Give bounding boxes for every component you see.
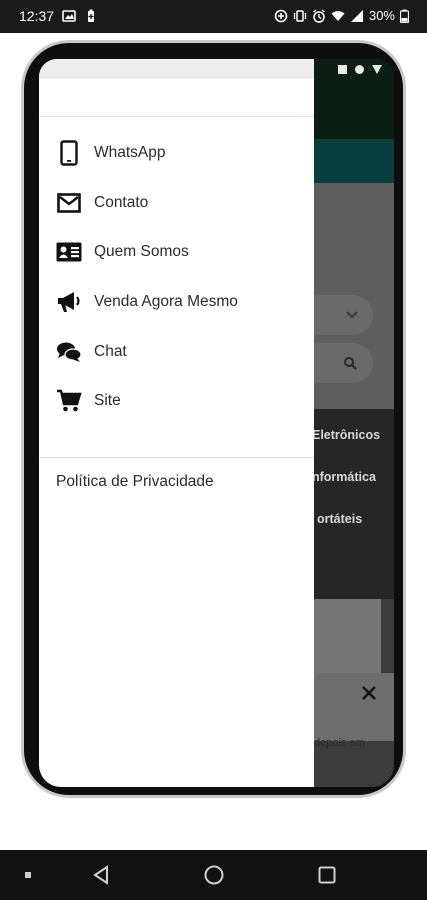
recents-square-icon [318,866,336,884]
navigation-drawer: WhatsApp Contato Quem Somos Venda Agora … [39,59,314,787]
drawer-item-label: Quem Somos [94,243,189,260]
device-screen: Eletrônicos nformática ortáteis depois e… [39,59,394,787]
search-icon [344,357,357,370]
nav-dot-icon [18,850,38,900]
drawer-item-whatsapp[interactable]: WhatsApp [39,131,314,175]
drawer-item-label: WhatsApp [94,144,166,161]
drawer-item-label: Venda Agora Mesmo [94,293,238,310]
circle-icon [355,65,364,74]
status-left-icons [62,9,98,23]
privacy-policy-link[interactable]: Política de Privacidade [56,473,214,491]
home-button[interactable] [199,850,229,900]
back-triangle-icon [93,865,108,885]
site-top-icons [338,65,382,74]
site-category-link[interactable]: nformática [312,470,376,484]
drawer-item-chat[interactable]: Chat [39,330,314,374]
site-category-link[interactable]: ortáteis [317,512,362,526]
drawer-item-contato[interactable]: Contato [39,181,314,225]
drawer-item-site[interactable]: Site [39,379,314,423]
drawer-item-label: Chat [94,343,127,360]
drawer-item-venda-agora[interactable]: Venda Agora Mesmo [39,280,314,324]
data-saver-icon [274,9,288,22]
megaphone-icon [56,289,82,315]
drawer-divider [39,457,314,458]
chevron-down-icon [346,311,358,319]
status-bar: 12:37 30% [0,0,427,33]
back-button[interactable] [86,850,116,900]
triangle-icon [372,65,382,74]
smartphone-icon [56,140,82,166]
home-circle-icon [204,865,224,885]
chat-bubbles-icon [56,339,82,365]
drawer-header [39,59,314,79]
gallery-notification-icon [62,10,76,22]
site-banner-text: depois em [314,737,365,749]
drawer-item-label: Contato [94,194,149,211]
square-icon [338,65,347,74]
drawer-item-quem-somos[interactable]: Quem Somos [39,230,314,274]
wifi-icon [331,10,345,21]
alarm-icon [313,8,325,23]
vibrate-icon [293,9,307,22]
navigation-bar [0,850,427,900]
drawer-item-label: Site [94,392,121,409]
status-right-icons: 30% [274,8,409,23]
site-category-link[interactable]: Eletrônicos [312,428,380,442]
phone-frame: Eletrônicos nformática ortáteis depois e… [21,40,406,798]
shopping-cart-icon [56,388,82,414]
battery-icon [400,9,409,23]
battery-percent: 30% [368,8,395,23]
id-card-icon [56,239,82,265]
battery-saver-notification-icon [88,9,94,22]
recents-button[interactable] [312,850,342,900]
drawer-divider [39,116,314,117]
envelope-icon [56,190,82,216]
signal-icon [350,9,363,22]
status-time: 12:37 [19,8,55,24]
site-product-card[interactable] [309,599,381,673]
close-icon[interactable] [361,685,377,701]
